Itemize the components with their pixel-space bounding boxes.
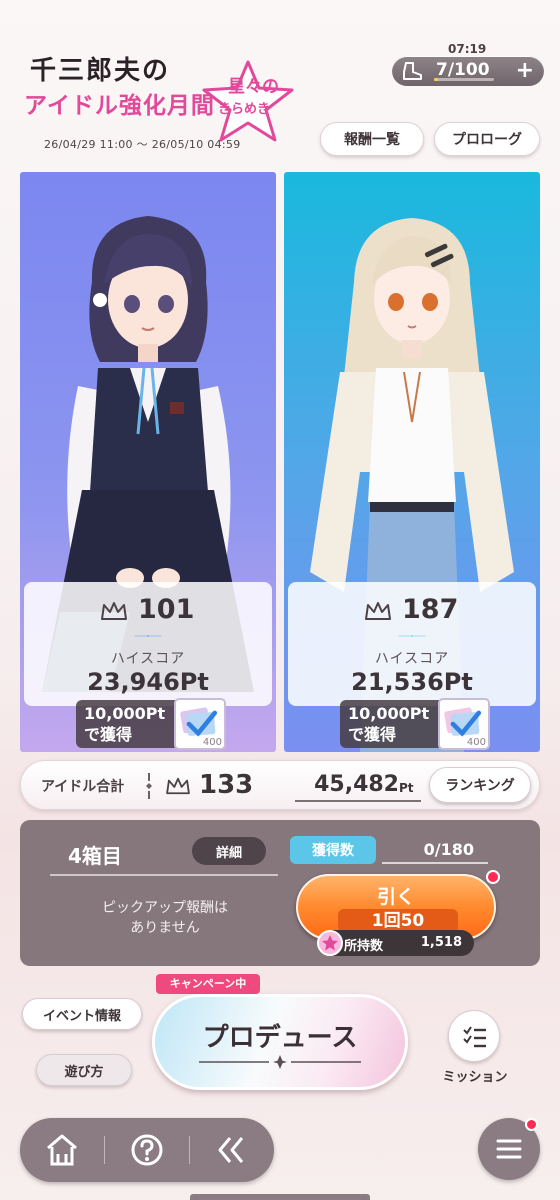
reward-condition-badge: 10,000Pt で獲得 [76,700,188,748]
menu-button[interactable] [478,1118,540,1180]
reward-item[interactable]: 400 [438,698,490,750]
idol-card-left[interactable]: 101 ハイスコア 23,946Pt 10,000Pt で獲得 400 [20,172,276,752]
reward-quantity: 400 [466,737,486,748]
score-panel: 101 ハイスコア 23,946Pt [24,582,272,706]
produce-button[interactable]: プロデュース [152,994,408,1090]
stamina-timer: 07:19 [448,42,487,56]
pickup-reward-message: ピックアップ報酬は ありません [102,900,228,936]
checklist-icon [463,1026,486,1048]
divider-rule [134,635,162,637]
help-button[interactable] [105,1118,189,1182]
idol-rank: 187 [402,594,459,625]
box-number: 4箱目 [68,844,122,868]
ranking-button[interactable]: ランキング [429,767,531,803]
event-logo: 千三郎夫の アイドル強化月間 星々の きらめき [22,50,294,142]
prologue-button[interactable]: プロローグ [434,122,540,156]
back-button[interactable] [190,1118,274,1182]
highscore-value: 21,536Pt [351,668,473,696]
rewards-list-button[interactable]: 報酬一覧 [320,122,424,156]
reward-condition-badge: 10,000Pt で獲得 [340,700,452,748]
campaign-badge: キャンペーン中 [156,974,260,994]
crown-icon [166,777,190,795]
notification-dot [486,870,500,884]
event-info-button[interactable]: イベント情報 [22,998,142,1030]
back-icon [218,1137,244,1163]
box-gacha-panel: 4箱目 詳細 獲得数 0/180 ピックアップ報酬は ありません 引く 1回50… [20,820,540,966]
idol-total-label: アイドル合計 [41,779,125,795]
obtained-count-label: 獲得数 [290,836,376,864]
highscore-label: ハイスコア [374,651,450,667]
bottom-handle [190,1194,370,1200]
stamina-value: 7/100 [436,60,490,80]
reward-condition-text: 10,000Pt で獲得 [84,704,166,744]
help-icon [131,1134,163,1166]
home-icon [47,1134,77,1166]
boot-icon [403,62,422,80]
notification-dot [525,1118,538,1131]
stamina-plus-button[interactable]: + [516,58,534,83]
mission-label: ミッション [442,1070,508,1085]
highscore-value: 23,946Pt [87,668,209,696]
highscore-label: ハイスコア [110,651,186,667]
reward-condition-text: 10,000Pt で獲得 [348,704,430,744]
reward-quantity: 400 [202,737,222,748]
event-period: 26/04/29 11:00 ～ 26/05/10 04:59 [44,138,241,151]
logo-star-line1: 星々の [228,77,279,97]
reward-item[interactable]: 400 [174,698,226,750]
idol-total-bar: アイドル合計 133 45,482 Pt ランキング [20,760,540,810]
star-coin-icon [317,930,343,956]
stamina-bar [434,78,494,81]
stamina-bar-fill [434,78,439,81]
produce-label: プロデュース [202,1023,358,1053]
held-value: 1,518 [420,935,462,950]
total-points-unit: Pt [399,781,414,795]
idol-card-right[interactable]: 187 ハイスコア 21,536Pt 10,000Pt で獲得 400 [284,172,540,752]
crown-icon [365,602,391,620]
idol-rank: 101 [138,594,195,625]
score-panel: 187 ハイスコア 21,536Pt [288,582,536,706]
box-underline [50,874,278,876]
logo-line1: 千三郎夫の [30,56,171,86]
total-rank: 133 [199,770,254,800]
home-button[interactable] [20,1118,104,1182]
how-to-play-button[interactable]: 遊び方 [36,1054,132,1086]
crown-icon [101,602,127,620]
menu-icon [496,1139,522,1159]
logo-line2: アイドル強化月間 [24,93,215,119]
detail-button[interactable]: 詳細 [192,837,266,865]
separator-icon [146,773,152,799]
held-label: 所持数 [344,939,384,954]
bottom-nav [20,1118,274,1182]
obtained-count-value: 0/180 [382,836,488,864]
sparkle-divider-icon [199,1055,361,1069]
divider-rule [398,635,426,637]
draw-label: 引く [376,886,415,908]
mission-button[interactable] [448,1010,500,1062]
logo-star-line2: きらめき [218,102,271,117]
held-count: 所持数 1,518 [317,930,474,956]
stamina-gauge[interactable]: 7/100 + [392,56,544,86]
